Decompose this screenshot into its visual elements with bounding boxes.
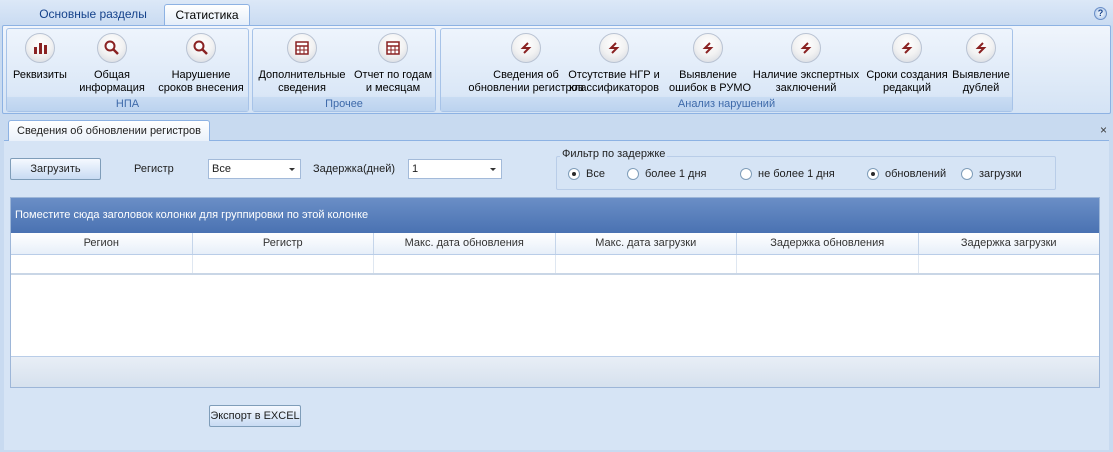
filter-radio-more-than-1-day[interactable]: более 1 дня: [627, 168, 707, 180]
rumo-errors-label: Выявление ошибок в РУМО: [669, 69, 752, 94]
filter-cell[interactable]: [193, 255, 374, 273]
ribbon-group-analysis: Сведения об обновлении регистров Отсутст…: [440, 28, 1013, 112]
tab-registry-updates[interactable]: Сведения об обновлении регистров: [8, 120, 210, 141]
grid-header: Регион Регистр Макс. дата обновления Мак…: [11, 233, 1099, 255]
filter-radio-updates-label: обновлений: [885, 168, 947, 180]
filter-radio-uploads-label: загрузки: [979, 168, 1022, 180]
column-header-register[interactable]: Регистр: [193, 233, 374, 254]
column-header-update-delay[interactable]: Задержка обновления: [737, 233, 919, 254]
data-grid: Поместите сюда заголовок колонки для гру…: [10, 197, 1100, 388]
refresh-arrow-icon: [693, 33, 723, 63]
ribbon-group-other: Дополнительные сведения Отчет по годам и…: [252, 28, 436, 112]
ribbon-group-caption-npa: НПА: [7, 97, 248, 111]
ribbon-group-npa: Реквизиты Общая информация Нарушение сро…: [6, 28, 249, 112]
delay-select[interactable]: 1: [408, 159, 502, 179]
filter-cell[interactable]: [919, 255, 1100, 273]
filter-radio-updates[interactable]: обновлений: [867, 168, 946, 180]
requisites-label: Реквизиты: [13, 69, 67, 81]
filter-cell[interactable]: [11, 255, 193, 273]
filter-cell[interactable]: [737, 255, 919, 273]
filter-radio-not-more-than-1-day[interactable]: не более 1 дня: [740, 168, 835, 180]
table-icon: [287, 33, 317, 63]
filter-radio-all[interactable]: Все: [568, 168, 605, 180]
ribbon-group-caption-other: Прочее: [253, 97, 435, 111]
filter-row[interactable]: [11, 255, 1099, 275]
register-select[interactable]: Все: [208, 159, 301, 179]
refresh-arrow-icon: [511, 33, 541, 63]
tab-main-sections[interactable]: Основные разделы: [32, 4, 154, 26]
deadline-violation-label: Нарушение сроков внесения: [158, 69, 244, 94]
help-icon[interactable]: ?: [1094, 7, 1107, 20]
ribbon-tab-strip: Основные разделы Статистика ?: [0, 0, 1113, 26]
radio-unchecked-icon: [740, 168, 752, 180]
radio-unchecked-icon: [627, 168, 639, 180]
delay-select-value: 1: [412, 163, 419, 175]
column-header-region[interactable]: Регион: [11, 233, 193, 254]
filter-radio-uploads[interactable]: загрузки: [961, 168, 1022, 180]
missing-ngr-button[interactable]: Отсутствие НГР и классификаторов: [563, 33, 665, 95]
report-by-years-label: Отчет по годам и месяцам: [353, 69, 433, 94]
close-icon[interactable]: ×: [1100, 123, 1107, 137]
column-header-max-update-date[interactable]: Макс. дата обновления: [374, 233, 556, 254]
general-info-label: Общая информация: [79, 69, 145, 94]
filter-radio-more-label: более 1 дня: [645, 168, 707, 180]
group-by-panel[interactable]: Поместите сюда заголовок колонки для гру…: [11, 198, 1099, 233]
report-by-years-button[interactable]: Отчет по годам и месяцам: [351, 33, 435, 95]
magnifier-icon: [186, 33, 216, 63]
expert-conclusions-button[interactable]: Наличие экспертных заключений: [750, 33, 862, 95]
ribbon-group-caption-analysis: Анализ нарушений: [441, 97, 1012, 111]
radio-unchecked-icon: [961, 168, 973, 180]
delay-label: Задержка(дней): [313, 163, 396, 175]
filter-radio-all-label: Все: [586, 168, 605, 180]
column-header-upload-delay[interactable]: Задержка загрузки: [919, 233, 1100, 254]
additional-info-label: Дополнительные сведения: [258, 69, 346, 94]
ribbon-panel: Реквизиты Общая информация Нарушение сро…: [2, 25, 1111, 114]
radio-checked-icon: [568, 168, 580, 180]
additional-info-button[interactable]: Дополнительные сведения: [255, 33, 349, 95]
rumo-errors-button[interactable]: Выявление ошибок в РУМО: [669, 33, 752, 95]
requisites-button[interactable]: Реквизиты: [9, 33, 71, 82]
duplicates-label: Выявление дублей: [952, 69, 1010, 94]
chevron-down-icon[interactable]: [490, 168, 496, 171]
filter-radio-not-more-label: не более 1 дня: [758, 168, 835, 180]
grid-footer: [11, 356, 1099, 387]
filter-cell[interactable]: [556, 255, 737, 273]
table-icon: [378, 33, 408, 63]
register-label: Регистр: [134, 163, 174, 175]
refresh-arrow-icon: [966, 33, 996, 63]
export-excel-button[interactable]: Экспорт в EXCEL: [209, 405, 301, 427]
delay-filter-title: Фильтр по задержке: [560, 148, 668, 160]
refresh-arrow-icon: [892, 33, 922, 63]
bar-chart-icon: [25, 33, 55, 63]
filter-cell[interactable]: [374, 255, 556, 273]
revision-dates-label: Сроки создания редакций: [866, 69, 948, 94]
register-select-value: Все: [212, 163, 231, 175]
magnifier-icon: [97, 33, 127, 63]
refresh-arrow-icon: [791, 33, 821, 63]
general-info-button[interactable]: Общая информация: [79, 33, 145, 95]
tab-statistics[interactable]: Статистика: [164, 4, 250, 26]
duplicates-button[interactable]: Выявление дублей: [950, 33, 1012, 95]
expert-conclusions-label: Наличие экспертных заключений: [752, 69, 860, 94]
column-header-max-upload-date[interactable]: Макс. дата загрузки: [556, 233, 737, 254]
load-button[interactable]: Загрузить: [10, 158, 101, 180]
deadline-violation-button[interactable]: Нарушение сроков внесения: [153, 33, 249, 95]
chevron-down-icon[interactable]: [289, 168, 295, 171]
revision-dates-button[interactable]: Сроки создания редакций: [864, 33, 950, 95]
radio-checked-icon: [867, 168, 879, 180]
refresh-arrow-icon: [599, 33, 629, 63]
missing-ngr-label: Отсутствие НГР и классификаторов: [568, 69, 660, 94]
